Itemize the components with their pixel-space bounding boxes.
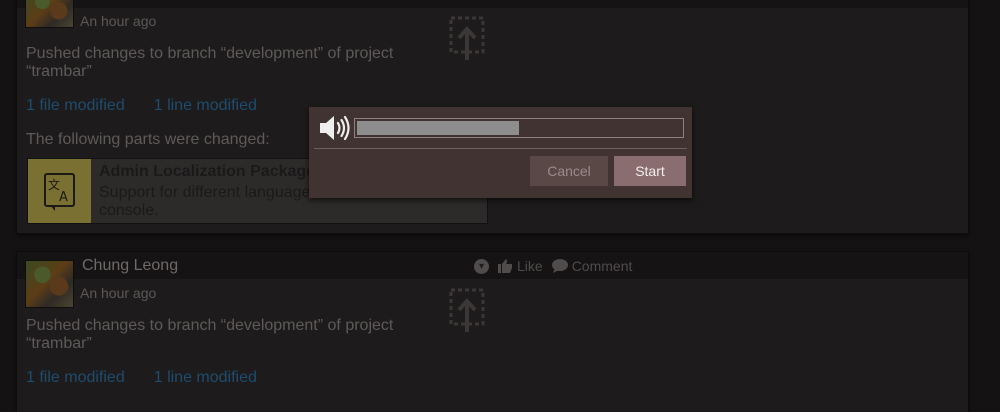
start-button[interactable]: Start <box>614 156 686 186</box>
lines-modified-link[interactable]: 1 line modified <box>154 369 257 386</box>
parts-heading: The following parts were changed: <box>26 131 270 148</box>
volume-meter <box>354 118 684 138</box>
story-header <box>17 0 968 8</box>
story-time: An hour ago <box>80 285 157 301</box>
files-modified-link[interactable]: 1 file modified <box>26 369 125 386</box>
like-button[interactable]: Like <box>498 258 543 274</box>
audio-capture-dialog: Cancel Start <box>309 107 692 198</box>
change-links: 1 file modified 1 line modified <box>26 97 286 115</box>
files-modified-link[interactable]: 1 file modified <box>26 97 125 114</box>
comment-icon <box>551 259 568 273</box>
svg-text:A: A <box>59 190 68 205</box>
story-actions: ▾ Like Comment <box>474 258 641 274</box>
speaker-icon <box>320 115 350 141</box>
lines-modified-link[interactable]: 1 line modified <box>154 97 257 114</box>
story-time: An hour ago <box>80 13 157 29</box>
avatar[interactable] <box>25 260 74 308</box>
comment-label: Comment <box>571 258 633 274</box>
story-card: Chung Leong An hour ago ▾ Like Comment P… <box>17 252 968 412</box>
avatar[interactable] <box>25 0 74 28</box>
component-title: Admin Localization Package <box>99 163 316 180</box>
change-links: 1 file modified 1 line modified <box>26 369 286 387</box>
push-upload-icon <box>449 288 485 332</box>
author-name[interactable]: Chung Leong <box>82 257 178 275</box>
like-label: Like <box>517 258 543 274</box>
story-text: Pushed changes to branch “development” o… <box>26 45 394 80</box>
push-upload-icon <box>449 16 485 60</box>
cancel-button[interactable]: Cancel <box>530 156 608 186</box>
comment-button[interactable]: Comment <box>551 258 633 274</box>
thumbs-up-icon <box>498 259 512 273</box>
chevron-down-icon[interactable]: ▾ <box>474 258 489 274</box>
volume-level-bar <box>357 121 519 135</box>
translate-icon: 文 A <box>28 159 91 223</box>
dialog-divider <box>314 148 687 149</box>
story-text: Pushed changes to branch “development” o… <box>26 317 394 352</box>
